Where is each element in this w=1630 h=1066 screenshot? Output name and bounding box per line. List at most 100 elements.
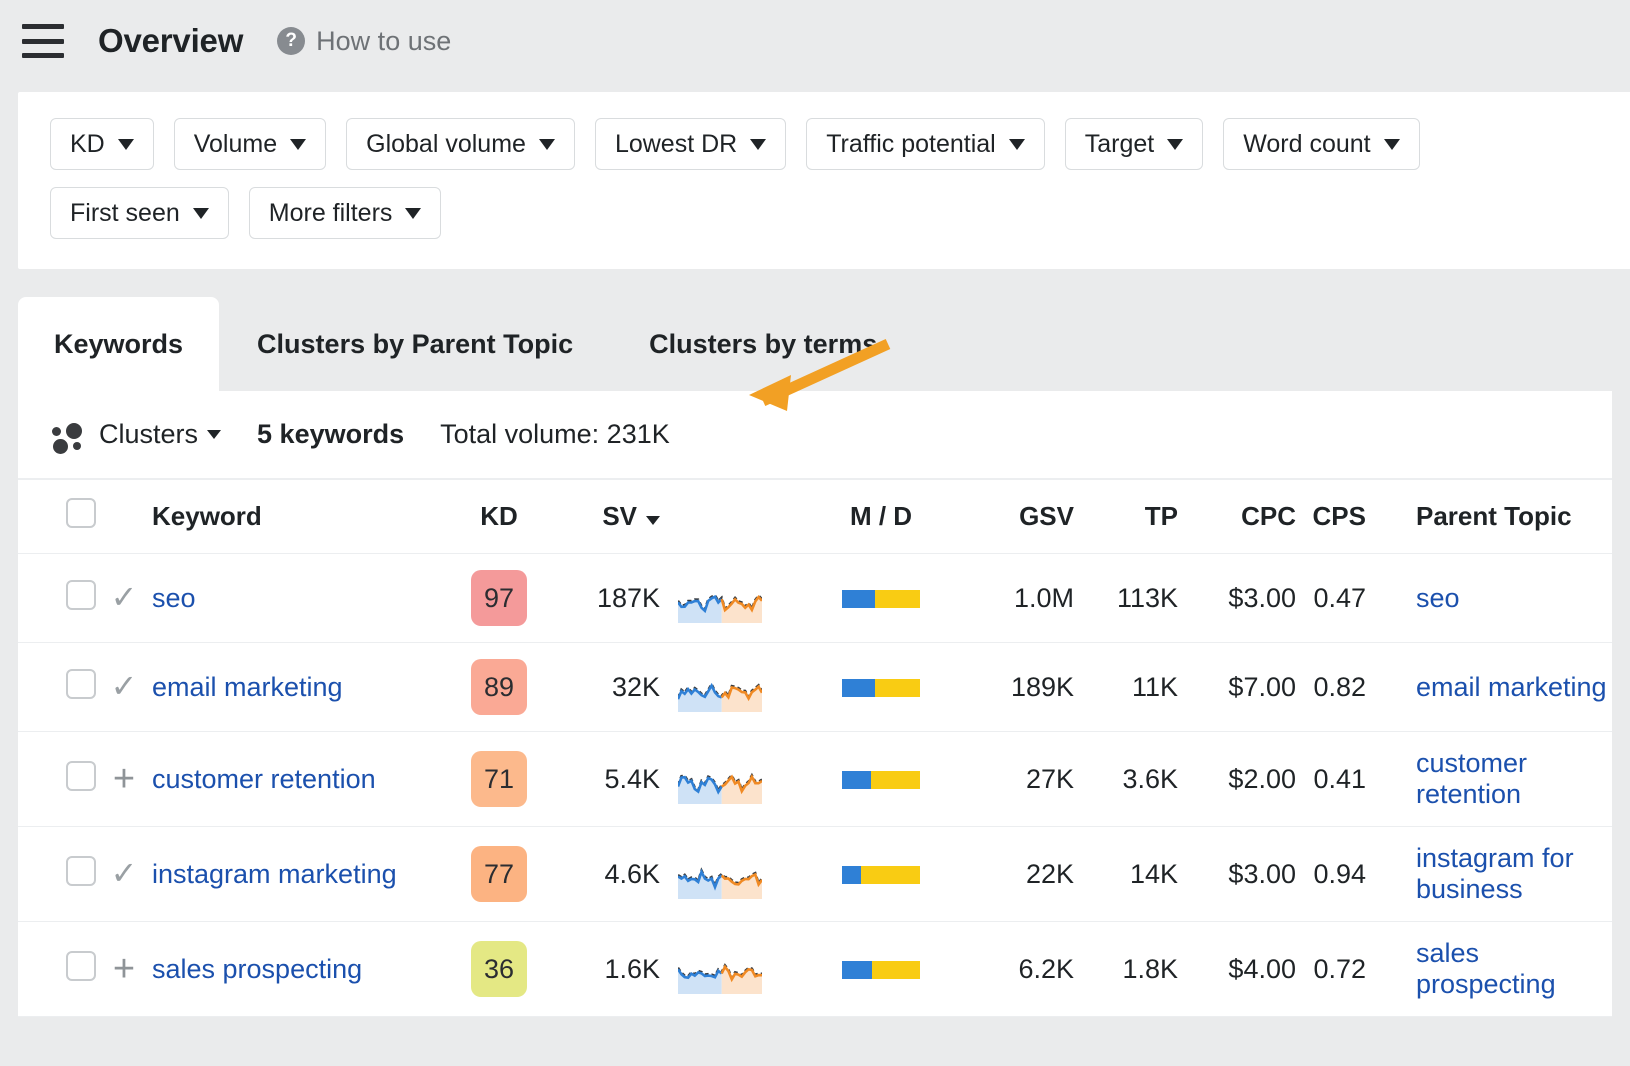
hamburger-icon[interactable] [22, 24, 64, 58]
keyword-link[interactable]: customer retention [152, 764, 376, 794]
table-row[interactable]: ✓email marketing8932K189K11K$7.000.82ema… [18, 643, 1612, 732]
sv-cell: 5.4K [550, 732, 678, 827]
mobile-share-bar [842, 961, 872, 979]
chevron-down-icon [118, 139, 134, 150]
parent-topic-link[interactable]: seo [1416, 583, 1460, 613]
trend-sparkline-cell[interactable] [678, 643, 806, 732]
top-header-bar: Overview ? How to use [0, 0, 1630, 82]
keyword-cell: sales prospecting [152, 922, 448, 1017]
header-cps[interactable]: CPS [1296, 480, 1398, 554]
header-tp[interactable]: TP [1074, 480, 1178, 554]
header-sv-label: SV [602, 501, 637, 531]
tab-clusters-by-terms[interactable]: Clusters by terms [611, 297, 915, 391]
trend-sparkline-cell[interactable] [678, 922, 806, 1017]
tp-cell: 14K [1074, 827, 1178, 922]
mobile-desktop-bar [842, 679, 920, 697]
filter-first-seen-label: First seen [70, 199, 180, 228]
tab-clusters-by-parent-topic-label: Clusters by Parent Topic [257, 329, 573, 360]
chevron-down-icon [1167, 139, 1183, 150]
mobile-desktop-bar-cell [806, 922, 956, 1017]
mobile-share-bar [842, 590, 875, 608]
trend-sparkline-cell[interactable] [678, 554, 806, 643]
table-row[interactable]: ✓instagram marketing774.6K22K14K$3.000.9… [18, 827, 1612, 922]
desktop-share-bar [875, 590, 920, 608]
filter-traffic-potential[interactable]: Traffic potential [806, 118, 1045, 170]
tab-clusters-by-parent-topic[interactable]: Clusters by Parent Topic [219, 297, 611, 391]
filter-kd[interactable]: KD [50, 118, 154, 170]
parent-topic-link[interactable]: instagram for business [1416, 843, 1574, 904]
sv-cell: 187K [550, 554, 678, 643]
check-icon[interactable]: ✓ [111, 668, 138, 704]
header-select-all [18, 480, 96, 554]
filter-panel: KD Volume Global volume Lowest DR Traffi… [18, 92, 1630, 269]
trend-sparkline-cell[interactable] [678, 732, 806, 827]
filter-word-count[interactable]: Word count [1223, 118, 1419, 170]
tp-cell: 113K [1074, 554, 1178, 643]
check-icon[interactable]: ✓ [111, 855, 138, 891]
kd-cell: 89 [448, 643, 550, 732]
header-sv[interactable]: SV [550, 480, 678, 554]
tp-cell: 11K [1074, 643, 1178, 732]
row-checkbox[interactable] [66, 580, 96, 610]
plus-icon[interactable]: + [113, 948, 135, 990]
row-checkbox[interactable] [66, 669, 96, 699]
table-body: ✓seo97187K1.0M113K$3.000.47seo✓email mar… [18, 554, 1612, 1017]
keyword-link[interactable]: instagram marketing [152, 859, 397, 889]
filter-target[interactable]: Target [1065, 118, 1203, 170]
cpc-cell: $4.00 [1178, 922, 1296, 1017]
trend-sparkline-cell[interactable] [678, 827, 806, 922]
header-keyword[interactable]: Keyword [152, 480, 448, 554]
header-cpc[interactable]: CPC [1178, 480, 1296, 554]
filter-volume[interactable]: Volume [174, 118, 326, 170]
chevron-down-icon [290, 139, 306, 150]
chevron-down-icon [1384, 139, 1400, 150]
filter-lowest-dr[interactable]: Lowest DR [595, 118, 786, 170]
filter-global-volume[interactable]: Global volume [346, 118, 575, 170]
header-parent-topic[interactable]: Parent Topic [1398, 480, 1612, 554]
mobile-desktop-bar-cell [806, 827, 956, 922]
header-kd[interactable]: KD [448, 480, 550, 554]
keyword-link[interactable]: email marketing [152, 672, 343, 702]
how-to-use-link[interactable]: ? How to use [277, 26, 451, 57]
table-row[interactable]: +sales prospecting361.6K6.2K1.8K$4.000.7… [18, 922, 1612, 1017]
select-all-checkbox[interactable] [66, 498, 96, 528]
filter-more-filters-label: More filters [269, 199, 393, 228]
keyword-link[interactable]: seo [152, 583, 196, 613]
parent-topic-link[interactable]: email marketing [1416, 672, 1607, 702]
header-gsv[interactable]: GSV [956, 480, 1074, 554]
chevron-down-icon [539, 139, 555, 150]
row-checkbox[interactable] [66, 951, 96, 981]
table-row[interactable]: ✓seo97187K1.0M113K$3.000.47seo [18, 554, 1612, 643]
kd-cell: 97 [448, 554, 550, 643]
parent-topic-cell: seo [1398, 554, 1612, 643]
row-checkbox[interactable] [66, 761, 96, 791]
keywords-panel: Clusters 5 keywords Total volume: 231K K… [18, 391, 1612, 1017]
desktop-share-bar [861, 866, 920, 884]
tab-keywords[interactable]: Keywords [18, 297, 219, 391]
kd-badge: 71 [471, 751, 527, 807]
chevron-down-icon [1009, 139, 1025, 150]
mobile-desktop-bar [842, 961, 920, 979]
tab-clusters-by-terms-label: Clusters by terms [649, 329, 877, 360]
gsv-cell: 22K [956, 827, 1074, 922]
header-md[interactable] [678, 480, 806, 554]
parent-topic-link[interactable]: sales prospecting [1416, 938, 1556, 999]
plus-icon[interactable]: + [113, 758, 135, 800]
kd-badge: 97 [471, 570, 527, 626]
mobile-desktop-bar [842, 590, 920, 608]
total-volume: Total volume: 231K [440, 419, 670, 450]
filter-global-volume-label: Global volume [366, 130, 526, 159]
filter-more-filters[interactable]: More filters [249, 187, 442, 239]
sv-cell: 1.6K [550, 922, 678, 1017]
check-icon[interactable]: ✓ [111, 579, 138, 615]
keyword-count: 5 keywords [257, 419, 404, 450]
keyword-link[interactable]: sales prospecting [152, 954, 362, 984]
gsv-cell: 6.2K [956, 922, 1074, 1017]
row-mark-cell: ✓ [96, 554, 152, 643]
question-mark-icon: ? [277, 27, 305, 55]
parent-topic-link[interactable]: customer retention [1416, 748, 1527, 809]
filter-first-seen[interactable]: First seen [50, 187, 229, 239]
table-row[interactable]: +customer retention715.4K27K3.6K$2.000.4… [18, 732, 1612, 827]
clusters-dropdown[interactable]: Clusters [99, 419, 221, 450]
row-checkbox[interactable] [66, 856, 96, 886]
